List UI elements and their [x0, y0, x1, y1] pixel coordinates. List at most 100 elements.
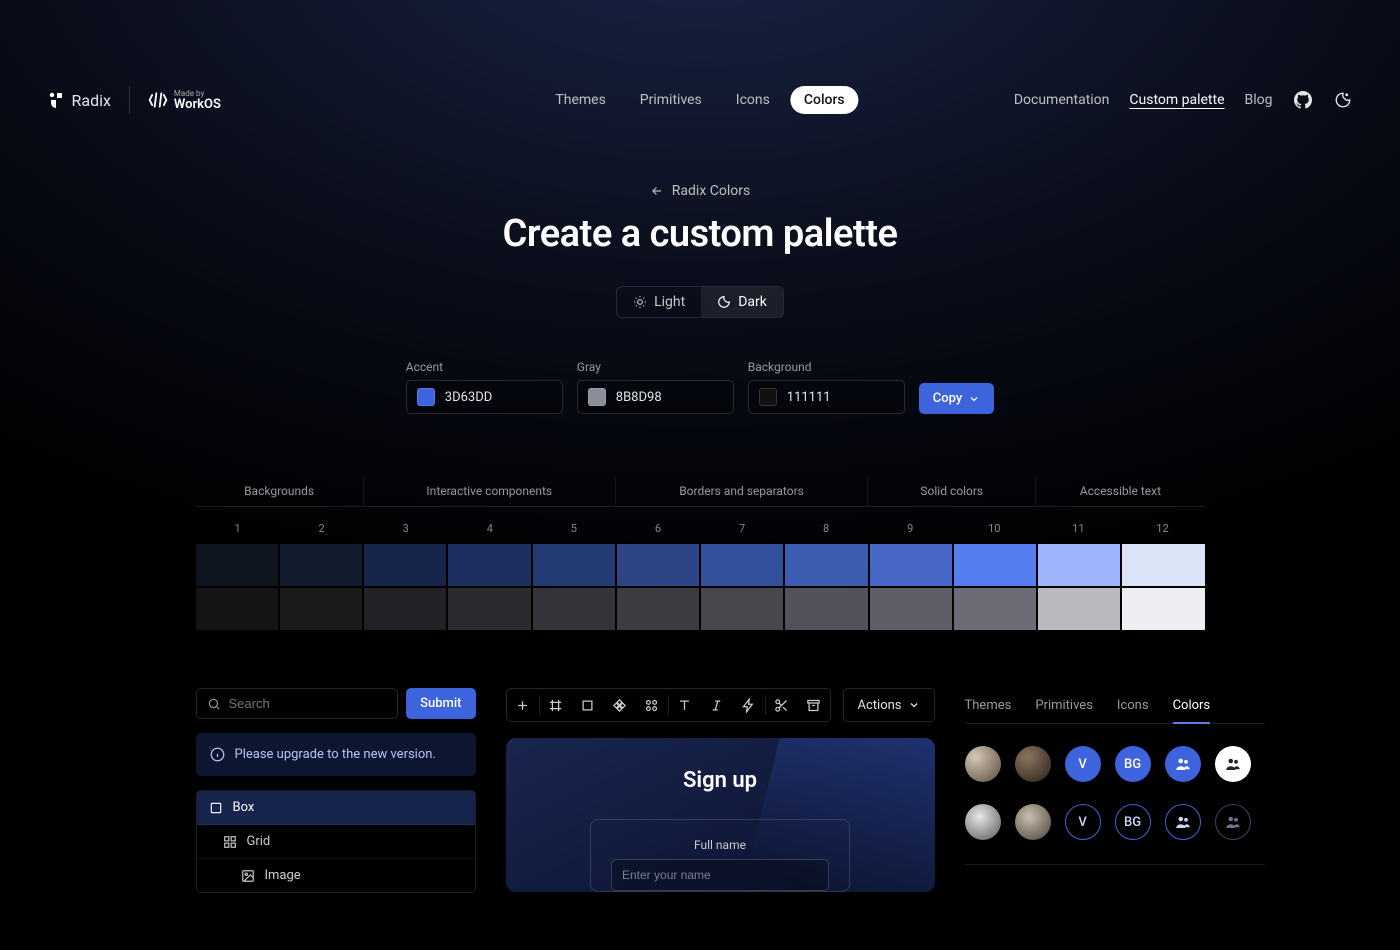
nav-icons[interactable]: Icons — [722, 86, 784, 114]
gray-step-6[interactable] — [617, 588, 699, 630]
avatar-outline-v[interactable]: V — [1065, 804, 1101, 840]
accent-swatch — [417, 388, 435, 406]
gray-step-12[interactable] — [1122, 588, 1204, 630]
plus-icon[interactable] — [507, 689, 539, 721]
tree-item-image[interactable]: Image — [197, 859, 475, 892]
scale-h-borders: Borders and separators — [616, 476, 868, 506]
submit-button[interactable]: Submit — [406, 688, 475, 719]
component-icon[interactable] — [604, 689, 636, 721]
accent-step-10[interactable] — [954, 544, 1036, 586]
avatar-outline-group[interactable] — [1165, 804, 1201, 840]
back-link[interactable]: Radix Colors — [650, 183, 750, 199]
workos-text: Made by WorkOS — [174, 90, 221, 111]
gray-step-4[interactable] — [448, 588, 530, 630]
nav-themes[interactable]: Themes — [541, 86, 619, 114]
gray-step-8[interactable] — [785, 588, 867, 630]
fullname-input[interactable] — [611, 859, 829, 891]
copy-button[interactable]: Copy — [919, 383, 994, 414]
header-nav: Themes Primitives Icons Colors — [541, 86, 858, 114]
square-icon[interactable] — [572, 689, 604, 721]
gray-step-11[interactable] — [1038, 588, 1120, 630]
italic-icon[interactable] — [701, 689, 733, 721]
workos-logo[interactable]: Made by WorkOS — [148, 90, 221, 111]
avatar-photo-2[interactable] — [1015, 746, 1051, 782]
avatar-group-icon[interactable] — [1165, 746, 1201, 782]
scale-num-2: 2 — [280, 515, 364, 542]
avatar-photo-3[interactable] — [965, 804, 1001, 840]
gray-input[interactable]: 8B8D98 — [577, 380, 734, 414]
accent-step-5[interactable] — [533, 544, 615, 586]
frame-icon[interactable] — [540, 689, 572, 721]
actions-button[interactable]: Actions — [843, 688, 935, 722]
tree-item-box[interactable]: Box — [197, 791, 475, 825]
link-blog[interactable]: Blog — [1245, 92, 1273, 108]
tab-themes[interactable]: Themes — [965, 688, 1012, 723]
tree-item-grid[interactable]: Grid — [197, 825, 475, 859]
search-box[interactable] — [196, 688, 399, 719]
gray-step-5[interactable] — [533, 588, 615, 630]
accent-input[interactable]: 3D63DD — [406, 380, 563, 414]
scale-num-7: 7 — [700, 515, 784, 542]
grid-icon — [223, 835, 237, 849]
theme-toggle-icon[interactable] — [1333, 90, 1353, 110]
gray-step-3[interactable] — [364, 588, 446, 630]
box-icon — [209, 801, 223, 815]
tree-box-label: Box — [233, 800, 255, 815]
scissors-icon[interactable] — [766, 689, 798, 721]
mode-dark-label: Dark — [738, 294, 767, 310]
avatar-outline-bg[interactable]: BG — [1115, 804, 1151, 840]
accent-step-3[interactable] — [364, 544, 446, 586]
avatar-group-white[interactable] — [1215, 746, 1251, 782]
scale-h-backgrounds: Backgrounds — [196, 476, 364, 506]
avatar-photo-1[interactable] — [965, 746, 1001, 782]
nav-primitives[interactable]: Primitives — [626, 86, 716, 114]
avatar-outline-group-dim[interactable] — [1215, 804, 1251, 840]
text-icon[interactable] — [669, 689, 701, 721]
tokens-icon[interactable] — [636, 689, 668, 721]
scale-headers: Backgrounds Interactive components Borde… — [196, 476, 1205, 507]
accent-step-7[interactable] — [701, 544, 783, 586]
tab-colors[interactable]: Colors — [1173, 688, 1211, 723]
avatars-row-2: V BG — [965, 804, 1265, 840]
gray-step-7[interactable] — [701, 588, 783, 630]
mode-light[interactable]: Light — [617, 287, 701, 317]
accent-step-4[interactable] — [448, 544, 530, 586]
color-scale: Backgrounds Interactive components Borde… — [40, 476, 1361, 630]
tree-grid-label: Grid — [247, 834, 271, 849]
accent-step-8[interactable] — [785, 544, 867, 586]
accent-step-6[interactable] — [617, 544, 699, 586]
gray-step-1[interactable] — [196, 588, 278, 630]
gray-step-9[interactable] — [870, 588, 952, 630]
bg-label: Background — [748, 360, 812, 374]
accent-step-11[interactable] — [1038, 544, 1120, 586]
archive-icon[interactable] — [798, 689, 830, 721]
link-documentation[interactable]: Documentation — [1014, 92, 1110, 108]
accent-step-12[interactable] — [1122, 544, 1204, 586]
avatar-initial-bg[interactable]: BG — [1115, 746, 1151, 782]
nav-colors[interactable]: Colors — [790, 86, 859, 114]
avatar-photo-4[interactable] — [1015, 804, 1051, 840]
gray-scale-row — [196, 588, 1205, 630]
tab-primitives[interactable]: Primitives — [1035, 688, 1093, 723]
radix-logo[interactable]: Radix — [48, 91, 111, 110]
scale-h-solid: Solid colors — [868, 476, 1036, 506]
color-inputs: Accent 3D63DD Gray 8B8D98 Background 111… — [40, 360, 1361, 414]
arrow-left-icon — [650, 184, 664, 198]
search-input[interactable] — [229, 696, 388, 711]
gray-step-2[interactable] — [280, 588, 362, 630]
lightning-icon[interactable] — [733, 689, 765, 721]
link-custom-palette[interactable]: Custom palette — [1129, 92, 1224, 108]
gray-swatch — [588, 388, 606, 406]
preview-area: Submit Please upgrade to the new version… — [40, 688, 1361, 893]
preview-right: Themes Primitives Icons Colors V BG V — [965, 688, 1265, 865]
bg-input[interactable]: 111111 — [748, 380, 905, 414]
github-icon[interactable] — [1293, 90, 1313, 110]
tab-icons[interactable]: Icons — [1117, 688, 1149, 723]
accent-step-9[interactable] — [870, 544, 952, 586]
accent-step-2[interactable] — [280, 544, 362, 586]
gray-step-10[interactable] — [954, 588, 1036, 630]
accent-step-1[interactable] — [196, 544, 278, 586]
mode-dark[interactable]: Dark — [701, 287, 783, 317]
avatar-initial-v[interactable]: V — [1065, 746, 1101, 782]
accent-value: 3D63DD — [445, 390, 493, 405]
